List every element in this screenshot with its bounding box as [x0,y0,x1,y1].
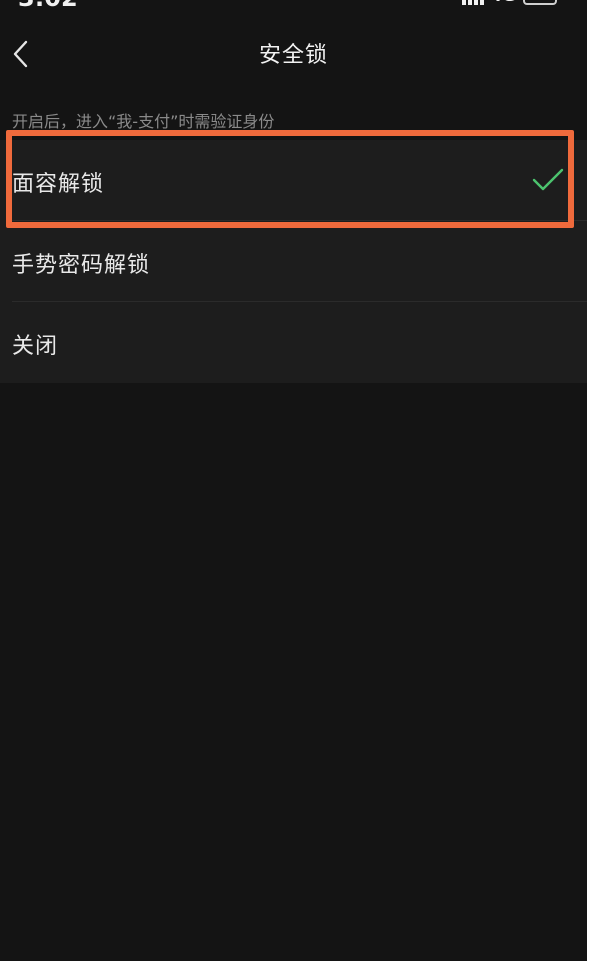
battery-icon [523,0,557,5]
check-icon [532,168,564,191]
status-time: 3:02 [18,0,78,12]
hint-text: 开启后，进入“我-支付”时需验证身份 [12,112,275,131]
option-off[interactable]: 关闭 [0,302,587,383]
page-title: 安全锁 [258,43,328,68]
status-bar: 3:02 4G [0,0,587,18]
option-label: 手势密码解锁 [12,253,151,278]
status-indicators: 4G [462,0,557,6]
option-label: 关闭 [12,334,59,359]
signal-icon [462,0,485,5]
network-label: 4G [490,0,516,6]
option-label: 面容解锁 [12,172,105,197]
option-face-unlock[interactable]: 面容解锁 [0,140,587,221]
screen: 3:02 4G 安全锁 开启后，进入“我-支付”时需验证身份 面容解锁 手势密码… [0,0,587,961]
nav-bar: 安全锁 [0,18,587,90]
option-gesture-unlock[interactable]: 手势密码解锁 [0,221,587,302]
lock-options-list: 面容解锁 手势密码解锁 关闭 [0,140,587,383]
